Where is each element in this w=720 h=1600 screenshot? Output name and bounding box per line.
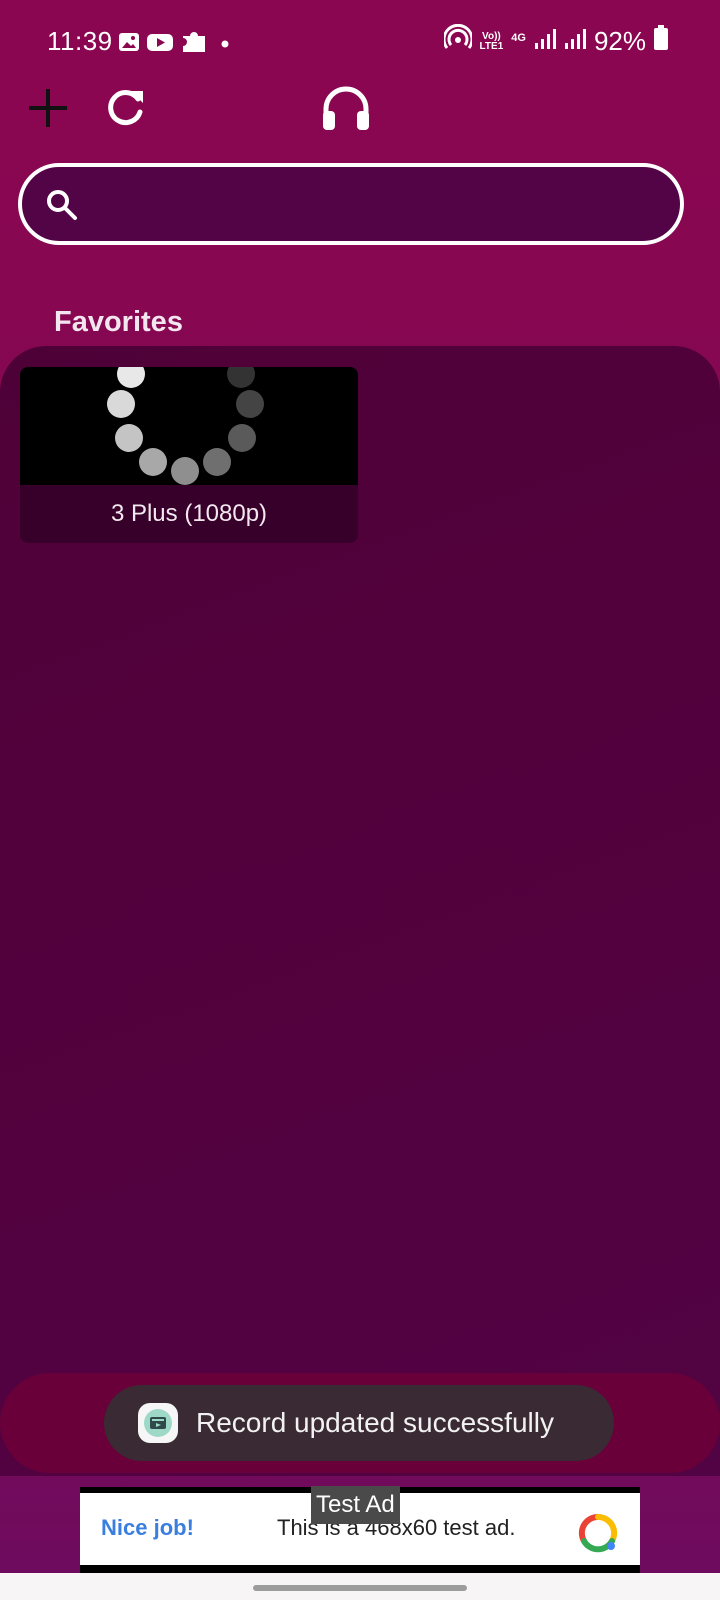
system-status: Vo)) LTE1 4G 92% (442, 23, 668, 59)
battery-icon (654, 25, 668, 58)
toolbar (0, 80, 720, 140)
search-icon (44, 187, 80, 228)
gallery-icon (118, 31, 140, 58)
loading-dot (139, 448, 167, 476)
loading-dot (227, 367, 255, 388)
loading-dot (203, 448, 231, 476)
signal-icon (564, 26, 586, 57)
puzzle-icon (180, 28, 210, 61)
signal-icon (534, 26, 556, 57)
hotspot-icon (442, 23, 474, 59)
home-indicator[interactable] (253, 1585, 467, 1591)
dot-icon (216, 31, 234, 58)
status-time: 11:39 (47, 26, 113, 56)
search-bar[interactable] (18, 163, 684, 245)
toast-message: Record updated successfully (196, 1407, 554, 1438)
refresh-icon (103, 85, 149, 136)
channel-card[interactable]: 3 Plus (1080p) (20, 367, 358, 543)
channel-title: 3 Plus (1080p) (110, 500, 268, 527)
add-button[interactable] (16, 80, 80, 140)
search-input[interactable] (102, 179, 666, 231)
audio-button[interactable] (314, 80, 378, 140)
ad-logo-icon (578, 1513, 618, 1558)
refresh-button[interactable] (94, 80, 158, 140)
ad-tag: Test Ad (311, 1486, 400, 1524)
ad-border (80, 1565, 640, 1573)
network-type: Vo)) LTE1 (479, 30, 504, 52)
ad-headline: Nice job! (101, 1515, 194, 1540)
youtube-icon (146, 31, 174, 58)
headphones-icon (320, 83, 372, 138)
add-icon (27, 87, 69, 134)
channel-thumbnail (20, 367, 358, 485)
loading-dot (117, 367, 145, 388)
loading-dot (107, 390, 135, 418)
app-icon (138, 1403, 178, 1443)
toast-notification: Record updated successfully (104, 1385, 614, 1461)
loading-dot (228, 424, 256, 452)
battery-percent: 92% (593, 26, 646, 56)
network-gen: 4G (511, 31, 526, 44)
status-bar: 11:39 Vo)) LTE1 4G 92% (0, 0, 720, 80)
loading-dot (115, 424, 143, 452)
loading-dot (171, 457, 199, 485)
loading-dot (236, 390, 264, 418)
favorites-title: Favorites (54, 306, 183, 338)
notification-icons (118, 28, 234, 61)
